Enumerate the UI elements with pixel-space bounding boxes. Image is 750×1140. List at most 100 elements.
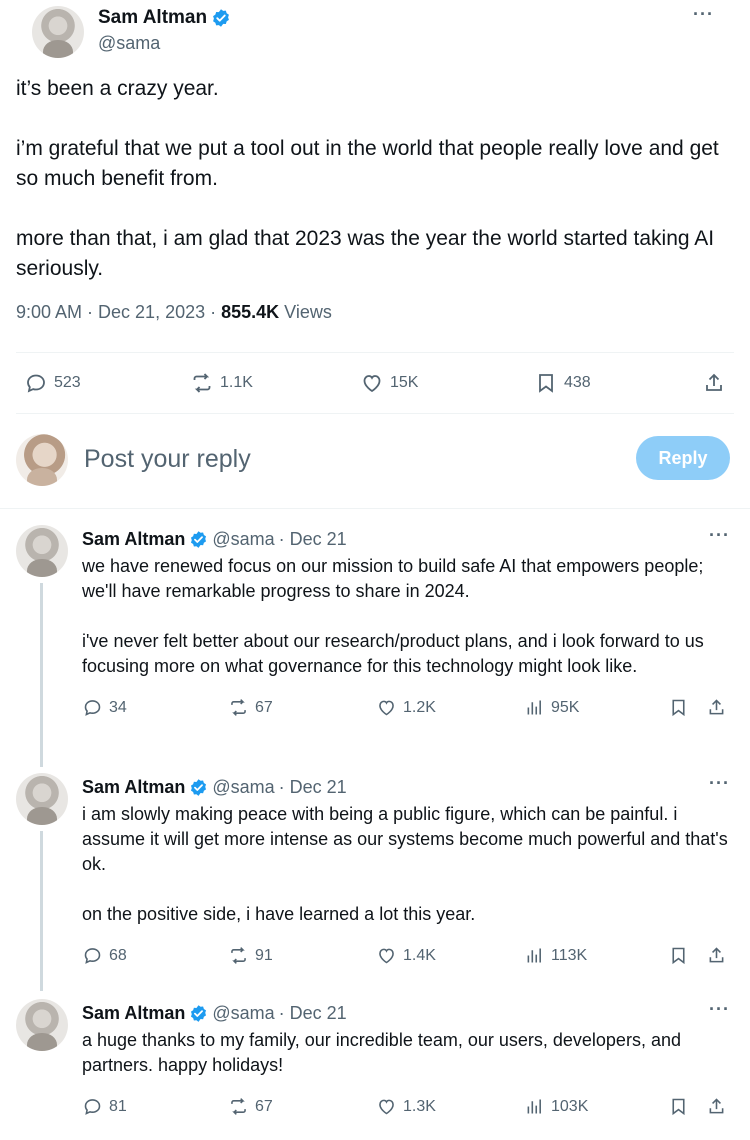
reply-header: Sam Altman @sama · Dec 21 (82, 527, 730, 551)
thread-connector (40, 583, 43, 767)
more-icon[interactable]: ··· (709, 525, 730, 546)
author-name[interactable]: Sam Altman (82, 777, 185, 798)
repost-count: 67 (255, 698, 273, 716)
like-icon (379, 700, 394, 716)
share-icon (706, 373, 722, 391)
share-button[interactable] (706, 945, 727, 966)
reply-date[interactable]: · Dec 21 (279, 1003, 347, 1024)
repost-icon (231, 1098, 246, 1115)
like-icon (363, 375, 381, 393)
reply-icon (84, 1099, 101, 1115)
reply-header: Sam Altman @sama · Dec 21 (82, 1001, 730, 1025)
thread-reply[interactable]: Sam Altman @sama · Dec 21 ··· a huge tha… (0, 983, 750, 1120)
bookmark-button[interactable]: 438 (534, 371, 591, 395)
repost-icon (231, 699, 246, 716)
more-icon[interactable]: ··· (709, 773, 730, 794)
more-icon[interactable]: ··· (693, 4, 714, 25)
bookmark-count: 438 (564, 374, 591, 391)
views-icon (527, 948, 541, 963)
repost-button[interactable]: 67 (228, 697, 273, 718)
author-handle[interactable]: @sama (98, 33, 231, 54)
more-icon[interactable]: ··· (709, 999, 730, 1020)
bookmark-icon (672, 947, 685, 965)
repost-count: 67 (255, 1097, 273, 1115)
reply-button[interactable]: 81 (82, 1096, 127, 1117)
like-button[interactable]: 1.4K (376, 945, 436, 966)
repost-count: 91 (255, 946, 273, 964)
like-icon (379, 948, 394, 964)
reply-button[interactable]: 523 (24, 371, 81, 395)
share-button[interactable] (706, 697, 727, 718)
verified-badge-icon (191, 530, 207, 548)
reply-actions: 34 67 1.2K 95K (82, 697, 730, 721)
bookmark-button[interactable] (668, 945, 689, 966)
reply-icon (84, 700, 101, 716)
author-handle[interactable]: @sama (212, 529, 274, 550)
reply-date[interactable]: · Dec 21 (279, 777, 347, 798)
author-avatar[interactable] (32, 6, 84, 58)
repost-button[interactable]: 1.1K (190, 371, 253, 395)
reply-count: 81 (109, 1097, 127, 1115)
bookmark-button[interactable] (668, 1096, 689, 1117)
author-handle[interactable]: @sama (212, 1003, 274, 1024)
reply-actions: 68 91 1.4K 113K (82, 945, 730, 969)
views-count: 103K (551, 1097, 589, 1115)
author-avatar[interactable] (16, 525, 68, 577)
share-icon (709, 1098, 724, 1114)
author-avatar[interactable] (16, 773, 68, 825)
views-button[interactable]: 103K (524, 1096, 588, 1117)
reply-date[interactable]: · Dec 21 (279, 529, 347, 550)
views-count: 113K (551, 946, 588, 964)
reply-input[interactable]: Post your reply (84, 445, 251, 474)
reply-button[interactable]: 68 (82, 945, 127, 966)
main-tweet-actions: 523 1.1K 15K 438 (16, 353, 734, 413)
author-handle[interactable]: @sama (212, 777, 274, 798)
bookmark-icon (672, 699, 685, 717)
reply-count: 68 (109, 946, 127, 964)
views-button[interactable]: 113K (524, 945, 587, 966)
views-count: 855.4K (221, 302, 280, 322)
reply-header: Sam Altman @sama · Dec 21 (82, 775, 730, 799)
author-name[interactable]: Sam Altman (82, 1003, 185, 1024)
current-user-avatar[interactable] (16, 434, 68, 486)
reply-composer: Post your reply Reply (0, 414, 750, 510)
repost-button[interactable]: 67 (228, 1096, 273, 1117)
repost-icon (193, 373, 211, 393)
like-button[interactable]: 1.3K (376, 1096, 436, 1117)
thread-reply[interactable]: Sam Altman @sama · Dec 21 ··· i am slowl… (0, 761, 750, 991)
views-icon (527, 1099, 541, 1114)
repost-icon (231, 947, 246, 964)
author-avatar[interactable] (16, 999, 68, 1051)
reply-icon (84, 948, 101, 964)
bookmark-icon (672, 1098, 685, 1116)
like-button[interactable]: 1.2K (376, 697, 436, 718)
share-button[interactable] (702, 371, 726, 395)
reply-icon (27, 374, 45, 393)
views-button[interactable]: 95K (524, 697, 579, 718)
thread-reply[interactable]: Sam Altman @sama · Dec 21 ··· we have re… (0, 509, 750, 767)
verified-badge-icon (191, 1004, 207, 1022)
reply-actions: 81 67 1.3K 103K (82, 1096, 730, 1120)
share-button[interactable] (706, 1096, 727, 1117)
tweet-timestamp[interactable]: 9:00 AM · Dec 21, 2023 · (16, 302, 221, 322)
views-label: Views (279, 302, 332, 322)
views-count: 95K (551, 698, 580, 716)
verified-badge-icon (213, 9, 230, 27)
author-name[interactable]: Sam Altman (98, 7, 207, 29)
like-count: 15K (390, 374, 419, 391)
tweet-meta: 9:00 AM · Dec 21, 2023 · 855.4K Views (16, 302, 734, 326)
like-button[interactable]: 15K (360, 371, 418, 395)
reply-button[interactable]: 34 (82, 697, 127, 718)
like-count: 1.2K (403, 698, 436, 716)
bookmark-button[interactable] (668, 697, 689, 718)
reply-text: a huge thanks to my family, our incredib… (82, 1030, 681, 1075)
verified-badge-icon (191, 778, 207, 796)
repost-button[interactable]: 91 (228, 945, 273, 966)
tweet-page: Sam Altman @sama ··· it’s been a crazy y… (0, 0, 750, 1140)
share-icon (709, 699, 724, 715)
bookmark-icon (539, 374, 553, 393)
author-name[interactable]: Sam Altman (82, 529, 185, 550)
reply-submit-button[interactable]: Reply (636, 436, 730, 480)
repost-count: 1.1K (220, 374, 253, 391)
like-count: 1.4K (403, 946, 436, 964)
